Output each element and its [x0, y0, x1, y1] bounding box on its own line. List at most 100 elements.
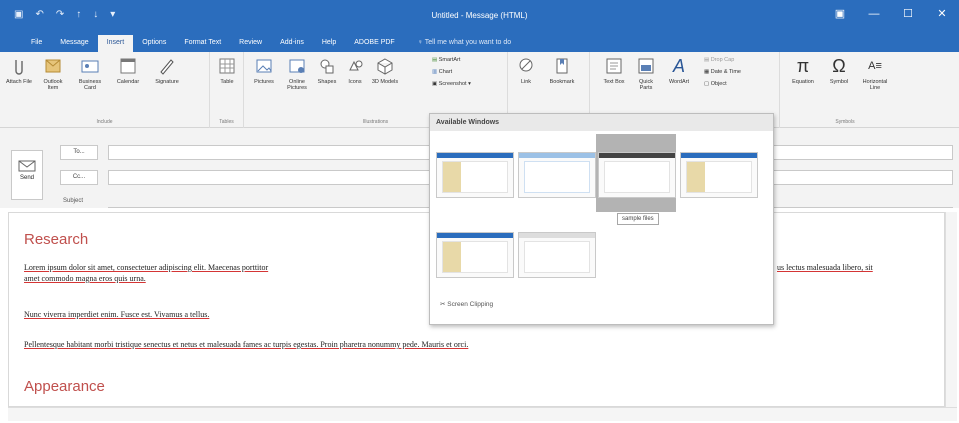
tab-message[interactable]: Message — [51, 35, 97, 52]
group-tables: Table Tables — [210, 52, 244, 128]
tab-add-ins[interactable]: Add-ins — [271, 35, 313, 52]
signature-button[interactable]: Signature — [150, 56, 184, 85]
tab-adobe-pdf[interactable]: ADOBE PDF — [345, 35, 403, 52]
window-thumbnail-2[interactable] — [518, 152, 596, 198]
online-pictures-label: Online Pictures — [287, 79, 307, 91]
send-icon — [18, 160, 36, 172]
ribbon-display-options-button[interactable]: ▣ — [823, 0, 857, 30]
close-button[interactable]: ✕ — [925, 0, 959, 30]
date-time-button[interactable]: ▦ Date & Time — [704, 68, 741, 77]
shapes-label: Shapes — [317, 79, 337, 85]
screenshot-icon: ▣ — [432, 81, 438, 87]
horizontal-line-icon: A≡ — [868, 60, 882, 72]
outlook-item-label: Outlook Item — [43, 79, 63, 91]
window-thumbnail-4[interactable] — [680, 152, 758, 198]
online-picture-icon — [289, 59, 305, 73]
tell-me-search[interactable]: ♀ Tell me what you want to do — [404, 35, 511, 52]
calendar-icon — [120, 58, 136, 74]
smartart-button[interactable]: ▤ SmartArt — [432, 56, 460, 65]
paragraph-1-end: us lectus malesuada libero, sit — [777, 263, 873, 272]
wordart-button[interactable]: A WordArt — [664, 56, 694, 85]
equation-label: Equation — [792, 79, 814, 85]
group-include-label: Include — [96, 119, 113, 125]
screen-clipping-button[interactable]: ✂ Screen Clipping — [440, 300, 493, 308]
business-card-icon — [81, 60, 99, 73]
tab-insert[interactable]: Insert — [97, 35, 134, 52]
date-time-label: Date & Time — [710, 69, 741, 75]
link-label: Link — [520, 79, 532, 85]
window-tooltip: sample files — [617, 213, 659, 225]
text-box-button[interactable]: Text Box — [602, 56, 626, 85]
date-time-icon: ▦ — [704, 69, 710, 75]
group-tables-label: Tables — [219, 119, 234, 125]
business-card-button[interactable]: Business Card — [74, 56, 106, 91]
text-box-icon — [606, 58, 622, 74]
picture-icon — [256, 59, 272, 73]
paragraph-3: Pellentesque habitant morbi tristique se… — [24, 340, 469, 349]
online-pictures-button[interactable]: Online Pictures — [282, 56, 312, 91]
3d-models-button[interactable]: 3D Models — [370, 56, 400, 85]
table-icon — [219, 58, 235, 74]
window-thumbnail-5[interactable] — [436, 232, 514, 278]
chart-label: Chart — [438, 69, 453, 75]
bookmark-icon — [556, 58, 568, 74]
quick-parts-icon — [638, 58, 654, 74]
maximize-button[interactable]: ☐ — [891, 0, 925, 30]
tab-help[interactable]: Help — [313, 35, 345, 52]
vertical-scrollbar[interactable] — [945, 212, 957, 407]
bookmark-label: Bookmark — [549, 79, 575, 85]
quick-parts-label: Quick Parts — [638, 79, 654, 91]
group-symbols: π Equation Ω Symbol A≡ Horizontal Line S… — [780, 52, 910, 128]
text-box-label: Text Box — [603, 79, 625, 85]
smartart-label: SmartArt — [438, 57, 461, 63]
attach-file-button[interactable]: Attach File — [6, 56, 32, 85]
bookmark-button[interactable]: Bookmark — [542, 56, 582, 85]
equation-button[interactable]: π Equation — [786, 56, 820, 85]
drop-cap-button[interactable]: ▤ Drop Cap — [704, 56, 734, 65]
signature-icon — [160, 59, 174, 75]
tab-format-text[interactable]: Format Text — [175, 35, 230, 52]
wordart-label: WordArt — [668, 79, 690, 85]
send-label: Send — [19, 175, 34, 181]
object-button[interactable]: ▢ Object — [704, 80, 727, 89]
group-include: Attach File Outlook Item Business Card C… — [0, 52, 210, 128]
window-thumbnail-3[interactable] — [598, 152, 676, 198]
to-button[interactable]: To... — [60, 145, 98, 160]
screenshot-button[interactable]: ▣ Screenshot ▾ — [432, 80, 471, 89]
chart-button[interactable]: ▥ Chart — [432, 68, 452, 77]
subject-label: Subject — [63, 198, 84, 204]
attach-file-label: Attach File — [6, 79, 32, 85]
heading-research: Research — [24, 231, 89, 248]
outlook-item-button[interactable]: Outlook Item — [38, 56, 68, 91]
window-thumbnail-6[interactable] — [518, 232, 596, 278]
icons-label: Icons — [348, 79, 362, 85]
quick-parts-button[interactable]: Quick Parts — [632, 56, 660, 91]
pictures-button[interactable]: Pictures — [250, 56, 278, 85]
pictures-label: Pictures — [254, 79, 274, 85]
drop-cap-icon: ▤ — [704, 57, 710, 63]
screen-clipping-icon: ✂ — [440, 301, 446, 308]
pi-icon: π — [796, 56, 810, 76]
omega-icon: Ω — [832, 56, 846, 76]
tab-file[interactable]: File — [22, 35, 51, 52]
minimize-button[interactable]: — — [857, 0, 891, 30]
link-button[interactable]: Link — [514, 56, 538, 85]
paragraph-1-line2: amet commodo magna eros quis urna. — [24, 274, 146, 283]
horizontal-scrollbar[interactable] — [8, 407, 957, 421]
ribbon-tabs: File Message Insert Options Format Text … — [0, 33, 959, 52]
window-thumbnail-1[interactable] — [436, 152, 514, 198]
tab-options[interactable]: Options — [133, 35, 175, 52]
shapes-button[interactable]: Shapes — [314, 56, 340, 85]
business-card-label: Business Card — [78, 79, 102, 91]
calendar-button[interactable]: Calendar — [112, 56, 144, 85]
icons-button[interactable]: Icons — [342, 56, 368, 85]
tab-review[interactable]: Review — [230, 35, 271, 52]
symbol-button[interactable]: Ω Symbol — [824, 56, 854, 85]
screenshot-dropdown: Available Windows sample files ✂ Screen … — [429, 113, 774, 325]
horizontal-line-button[interactable]: A≡ Horizontal Line — [858, 56, 892, 91]
calendar-label: Calendar — [116, 79, 140, 85]
send-button[interactable]: Send — [11, 150, 43, 200]
window-title: Untitled - Message (HTML) — [431, 11, 528, 20]
cc-button[interactable]: Cc... — [60, 170, 98, 185]
table-button[interactable]: Table — [214, 56, 240, 85]
